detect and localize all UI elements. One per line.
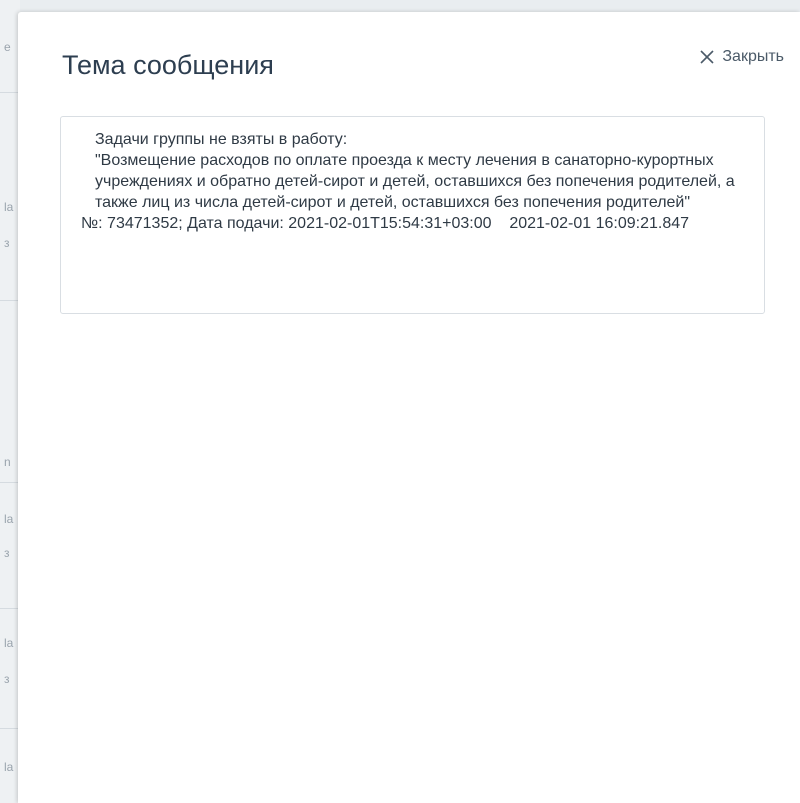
- background-text: з: [4, 546, 10, 560]
- background-text: n: [4, 455, 11, 469]
- close-icon: [700, 50, 714, 64]
- background-divider: [0, 92, 20, 93]
- background-divider: [0, 608, 20, 609]
- message-subject-dialog: Тема сообщения Закрыть Задачи группы не …: [18, 12, 800, 803]
- background-text: з: [4, 672, 10, 686]
- message-meta: №: 73471352; Дата подачи: 2021-02-01T15:…: [81, 215, 690, 232]
- background-text: la: [4, 760, 14, 774]
- background-divider: [0, 728, 20, 729]
- close-button[interactable]: Закрыть: [698, 48, 784, 66]
- background-text: la: [4, 636, 14, 650]
- message-content-box: Задачи группы не взяты в работу: "Возмещ…: [60, 116, 765, 314]
- background-divider: [0, 300, 20, 301]
- message-body: "Возмещение расходов по оплате проезда к…: [95, 152, 740, 211]
- background-text: la: [4, 200, 14, 214]
- background-text: la: [4, 512, 14, 526]
- message-heading: Задачи группы не взяты в работу:: [95, 131, 348, 148]
- background-text: e: [4, 40, 11, 54]
- background-list-strip: e la з n la з la з la: [0, 0, 20, 803]
- dialog-title: Тема сообщения: [62, 50, 274, 80]
- background-text: з: [4, 236, 10, 250]
- close-label: Закрыть: [722, 48, 784, 65]
- background-divider: [0, 482, 20, 483]
